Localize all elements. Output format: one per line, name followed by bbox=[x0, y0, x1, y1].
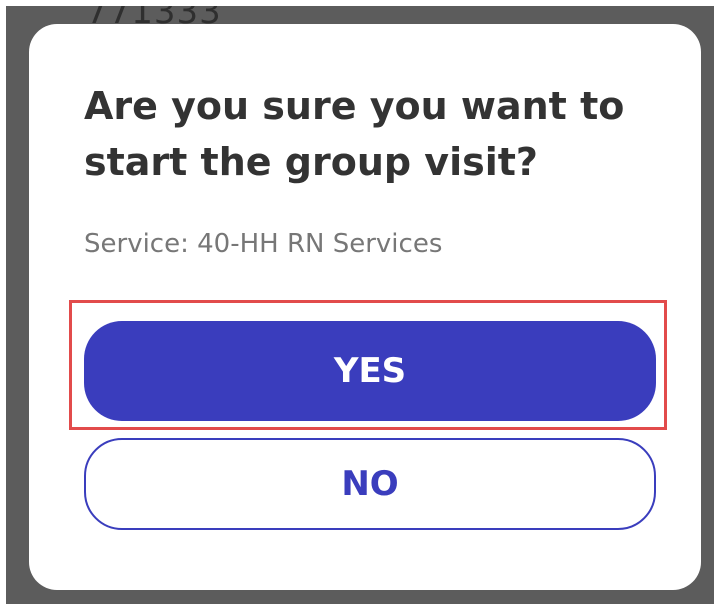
app-screen: 771333 Are you sure you want to start th… bbox=[6, 6, 714, 604]
yes-button[interactable]: YES bbox=[84, 321, 656, 421]
no-button[interactable]: NO bbox=[84, 438, 656, 530]
confirm-dialog: Are you sure you want to start the group… bbox=[29, 24, 701, 590]
dialog-service-text: Service: 40-HH RN Services bbox=[84, 229, 443, 259]
dialog-title: Are you sure you want to start the group… bbox=[84, 84, 625, 184]
